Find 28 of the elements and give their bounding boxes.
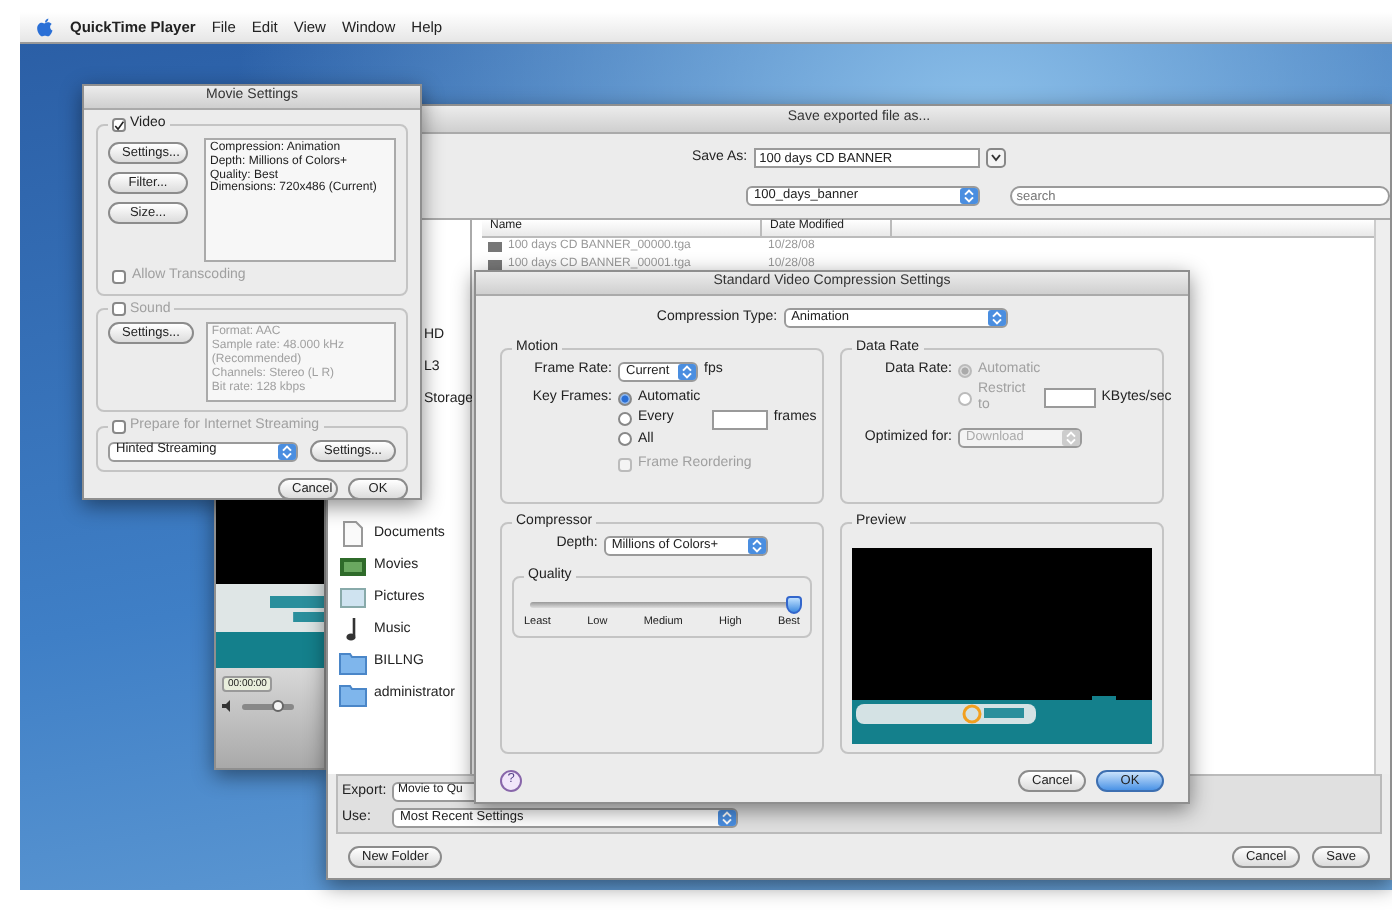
checkbox[interactable] <box>112 420 126 435</box>
scroll-bar[interactable] <box>1374 220 1390 774</box>
volume-slider[interactable] <box>242 703 294 710</box>
document-icon <box>338 520 368 548</box>
frames-field[interactable] <box>711 409 768 429</box>
picture-frame-icon <box>338 584 368 612</box>
updown-arrow-icon <box>987 310 1006 326</box>
updown-arrow-icon <box>718 810 736 826</box>
folder-icon <box>338 648 368 676</box>
folder-icon <box>338 680 368 708</box>
slider-thumb[interactable] <box>272 699 285 712</box>
updown-arrow-icon <box>960 188 979 204</box>
film-icon <box>338 552 368 580</box>
expand-button[interactable] <box>985 148 1006 168</box>
radio-button[interactable] <box>618 412 632 426</box>
checkbox[interactable] <box>112 302 126 317</box>
slider-thumb[interactable] <box>786 595 802 613</box>
updown-arrow-icon <box>1062 430 1080 446</box>
checkbox[interactable] <box>112 117 126 132</box>
checkbox[interactable] <box>112 269 126 284</box>
data-rate-field[interactable] <box>1043 388 1096 409</box>
radio-button[interactable] <box>618 432 632 447</box>
updown-arrow-icon <box>678 363 696 380</box>
apple-logo-icon[interactable] <box>36 17 54 37</box>
updown-arrow-icon <box>747 537 766 554</box>
updown-arrow-icon <box>278 443 296 459</box>
speaker-icon <box>222 700 236 713</box>
radio-button[interactable] <box>618 391 632 406</box>
